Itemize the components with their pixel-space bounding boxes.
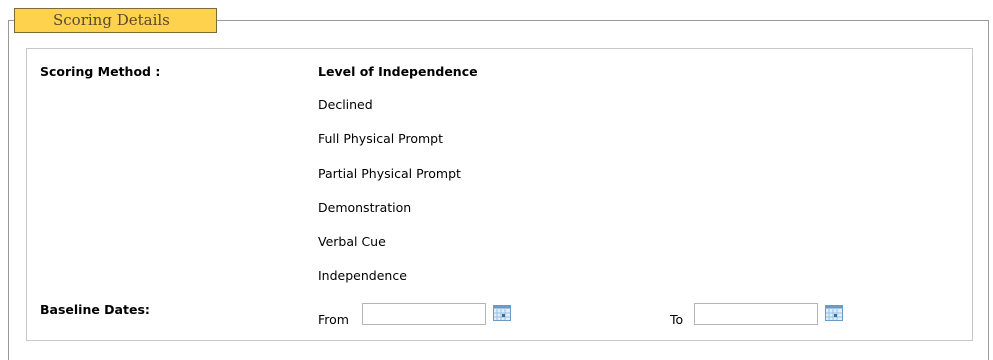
from-label: From [318, 312, 349, 327]
scoring-details-panel [26, 48, 973, 341]
fieldset-border-right [988, 20, 989, 360]
level-item: Partial Physical Prompt [318, 166, 461, 181]
from-date-input[interactable] [362, 303, 486, 325]
baseline-dates-label: Baseline Dates: [40, 302, 150, 317]
level-item: Verbal Cue [318, 234, 386, 249]
to-date-input[interactable] [694, 303, 818, 325]
fieldset-border-left [8, 20, 9, 360]
scoring-method-label: Scoring Method : [40, 64, 161, 79]
section-legend: Scoring Details [14, 8, 217, 33]
level-item: Independence [318, 268, 407, 283]
calendar-icon[interactable] [825, 305, 843, 321]
to-label: To [670, 312, 684, 327]
section-title: Scoring Details [53, 11, 170, 29]
level-item: Declined [318, 97, 373, 112]
level-item: Demonstration [318, 200, 412, 215]
level-item: Full Physical Prompt [318, 131, 444, 146]
calendar-icon[interactable] [493, 305, 511, 321]
scoring-method-heading: Level of Independence [318, 64, 478, 79]
